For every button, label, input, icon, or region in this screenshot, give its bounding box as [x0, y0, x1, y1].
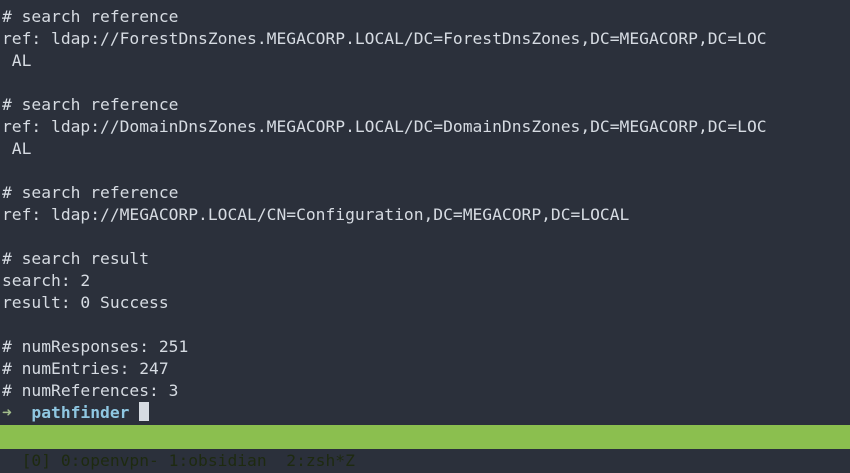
shell-prompt[interactable]: ➜ pathfinder	[2, 402, 150, 424]
output-line: # numEntries: 247	[2, 359, 169, 378]
output-line: search: 2	[2, 271, 91, 290]
output-line: AL	[2, 139, 32, 158]
output-line: # search reference	[2, 95, 179, 114]
prompt-arrow-icon: ➜	[2, 403, 12, 422]
output-line: AL	[2, 51, 32, 70]
terminal-window[interactable]: # search reference ref: ldap://ForestDns…	[0, 0, 850, 449]
output-line: ref: ldap://DomainDnsZones.MEGACORP.LOCA…	[2, 117, 767, 136]
output-line: # numReferences: 3	[2, 381, 179, 400]
tmux-status-bar: [0] 0:openvpn- 1:obsidian 2:zsh*Z	[0, 425, 850, 470]
prompt-directory: pathfinder	[31, 403, 130, 422]
tmux-window-list[interactable]: [0] 0:openvpn- 1:obsidian 2:zsh*Z	[20, 449, 355, 473]
output-line: # search reference	[2, 7, 179, 26]
output-line: # search result	[2, 249, 150, 268]
output-line: ref: ldap://ForestDnsZones.MEGACORP.LOCA…	[2, 29, 767, 48]
output-line: ref: ldap://MEGACORP.LOCAL/CN=Configurat…	[2, 205, 630, 224]
output-line: # numResponses: 251	[2, 337, 189, 356]
output-line: result: 0 Success	[2, 293, 169, 312]
text-cursor	[139, 402, 150, 421]
output-line: # search reference	[2, 183, 179, 202]
